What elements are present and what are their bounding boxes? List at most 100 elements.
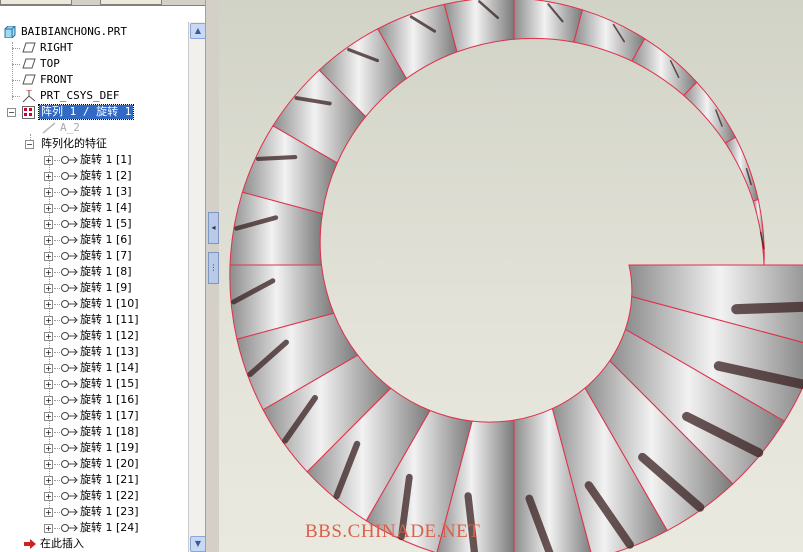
graphics-viewport[interactable]: BBS.CHINADE.NET <box>219 0 803 552</box>
tree-item-feature[interactable]: + 旋转 1 [2] <box>0 168 188 184</box>
tree-item-feature[interactable]: + 旋转 1 [13] <box>0 344 188 360</box>
tree-item-feature[interactable]: + 旋转 1 [10] <box>0 296 188 312</box>
tree-item-feature[interactable]: + 旋转 1 [8] <box>0 264 188 280</box>
tree-item-feature[interactable]: + 旋转 1 [21] <box>0 472 188 488</box>
tree-item-feature[interactable]: + 旋转 1 [16] <box>0 392 188 408</box>
tree-item-patterned-features[interactable]: − 阵列化的特征 <box>0 136 188 152</box>
expand-icon[interactable]: + <box>44 444 53 453</box>
revolve-icon <box>61 188 78 196</box>
revolve-icon <box>61 220 78 228</box>
tree-item-front[interactable]: FRONT <box>0 72 188 88</box>
collapse-icon[interactable]: − <box>7 108 16 117</box>
model-3d-view[interactable] <box>219 0 803 552</box>
feature-label: 旋转 1 [18] <box>80 425 139 438</box>
expand-icon[interactable]: + <box>44 508 53 517</box>
tree-item-csys[interactable]: PRT_CSYS_DEF <box>0 88 188 104</box>
tree-item-feature[interactable]: + 旋转 1 [6] <box>0 232 188 248</box>
tree-item-right[interactable]: RIGHT <box>0 40 188 56</box>
tree-item-feature[interactable]: + 旋转 1 [9] <box>0 280 188 296</box>
watermark-text: BBS.CHINADE.NET <box>305 521 481 542</box>
tree-item-feature[interactable]: + 旋转 1 [7] <box>0 248 188 264</box>
insert-arrow-icon <box>24 539 36 549</box>
tree-item-feature[interactable]: + 旋转 1 [22] <box>0 488 188 504</box>
revolve-segment[interactable] <box>752 198 765 266</box>
tree-item-feature[interactable]: + 旋转 1 [23] <box>0 504 188 520</box>
expand-icon[interactable]: + <box>44 524 53 533</box>
csys-icon <box>22 90 36 103</box>
tree-item-root[interactable]: BAIBIANCHONG.PRT <box>0 24 188 40</box>
scroll-down-icon[interactable]: ▼ <box>190 536 205 552</box>
tree-item-feature[interactable]: + 旋转 1 [3] <box>0 184 188 200</box>
expand-icon[interactable]: + <box>44 428 53 437</box>
revolve-icon <box>61 316 78 324</box>
revolve-icon <box>61 524 78 532</box>
pattern-header-label: 阵列 1 / 旋转 1 <box>37 104 135 120</box>
expand-icon[interactable]: + <box>44 332 53 341</box>
expand-icon[interactable]: + <box>44 460 53 469</box>
revolve-segment[interactable] <box>631 37 698 97</box>
datum-plane-label: TOP <box>40 57 60 70</box>
tree-item-feature[interactable]: + 旋转 1 [15] <box>0 376 188 392</box>
tree-item-feature[interactable]: + 旋转 1 [19] <box>0 440 188 456</box>
revolve-icon <box>61 476 78 484</box>
tree-item-feature[interactable]: + 旋转 1 [11] <box>0 312 188 328</box>
splitter-grip-icon[interactable]: ⋮ <box>208 252 219 284</box>
feature-label: 旋转 1 [24] <box>80 521 139 534</box>
expand-icon[interactable]: + <box>44 188 53 197</box>
tree-item-feature[interactable]: + 旋转 1 [4] <box>0 200 188 216</box>
revolve-segment[interactable] <box>513 0 583 43</box>
tree-item-feature[interactable]: + 旋转 1 [18] <box>0 424 188 440</box>
expand-icon[interactable]: + <box>44 220 53 229</box>
expand-icon[interactable]: + <box>44 172 53 181</box>
tree-item-feature[interactable]: + 旋转 1 [24] <box>0 520 188 536</box>
expand-icon[interactable]: + <box>44 380 53 389</box>
tree-scrollbar[interactable]: ▲ ▼ <box>188 22 205 552</box>
datum-plane-icon <box>22 58 36 69</box>
revolve-segment[interactable] <box>682 81 737 144</box>
tree-settings-button[interactable] <box>100 0 162 5</box>
tree-item-insert-here[interactable]: 在此插入 <box>0 536 188 552</box>
expand-icon[interactable]: + <box>44 252 53 261</box>
tree-item-axis[interactable]: A_2 <box>0 120 188 136</box>
revolve-icon <box>61 252 78 260</box>
expand-icon[interactable]: + <box>44 396 53 405</box>
root-part-name: BAIBIANCHONG.PRT <box>21 25 127 38</box>
tree-item-feature[interactable]: + 旋转 1 [14] <box>0 360 188 376</box>
expand-icon[interactable]: + <box>44 364 53 373</box>
revolve-segment[interactable] <box>573 9 646 62</box>
datum-plane-label: FRONT <box>40 73 74 86</box>
expand-icon[interactable]: + <box>44 204 53 213</box>
scroll-up-icon[interactable]: ▲ <box>190 23 205 39</box>
collapse-icon[interactable]: − <box>25 140 34 149</box>
feature-label: 旋转 1 [19] <box>80 441 139 454</box>
insert-here-label: 在此插入 <box>40 537 84 550</box>
expand-icon[interactable]: + <box>44 268 53 277</box>
expand-icon[interactable]: + <box>44 300 53 309</box>
revolve-icon <box>61 300 78 308</box>
revolve-segment[interactable] <box>724 136 759 202</box>
surface-streak <box>731 301 803 315</box>
revolve-icon <box>61 492 78 500</box>
expand-icon[interactable]: + <box>44 316 53 325</box>
collapse-panel-icon[interactable]: ◂ <box>208 212 219 244</box>
tree-item-top[interactable]: TOP <box>0 56 188 72</box>
tree-tab-button[interactable] <box>0 0 72 5</box>
csys-label: PRT_CSYS_DEF <box>40 89 120 102</box>
tree-item-pattern[interactable]: − 阵列 1 / 旋转 1 <box>0 104 188 120</box>
tree-item-feature[interactable]: + 旋转 1 [5] <box>0 216 188 232</box>
expand-icon[interactable]: + <box>44 476 53 485</box>
tree-item-feature[interactable]: + 旋转 1 [1] <box>0 152 188 168</box>
expand-icon[interactable]: + <box>44 348 53 357</box>
expand-icon[interactable]: + <box>44 284 53 293</box>
expand-icon[interactable]: + <box>44 156 53 165</box>
feature-label: 旋转 1 [23] <box>80 505 139 518</box>
tree-item-feature[interactable]: + 旋转 1 [20] <box>0 456 188 472</box>
expand-icon[interactable]: + <box>44 412 53 421</box>
revolve-icon <box>61 412 78 420</box>
feature-label: 旋转 1 [3] <box>80 185 132 198</box>
revolve-icon <box>61 172 78 180</box>
tree-item-feature[interactable]: + 旋转 1 [12] <box>0 328 188 344</box>
tree-item-feature[interactable]: + 旋转 1 [17] <box>0 408 188 424</box>
expand-icon[interactable]: + <box>44 492 53 501</box>
expand-icon[interactable]: + <box>44 236 53 245</box>
